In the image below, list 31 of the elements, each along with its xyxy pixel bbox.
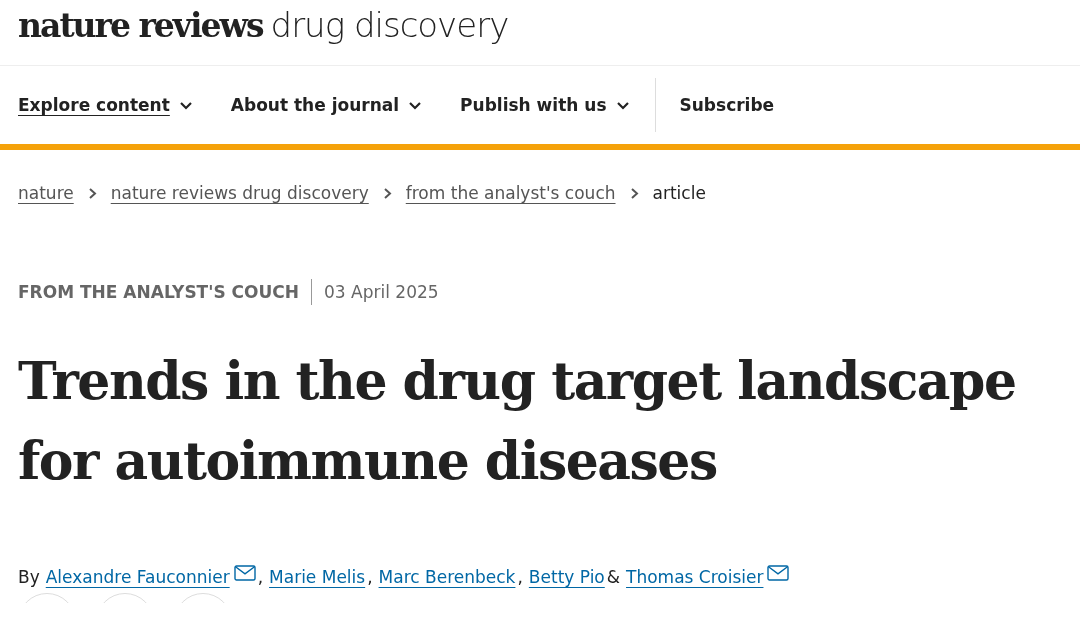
breadcrumb-link[interactable]: from the analyst's couch [405,183,616,203]
article-type[interactable]: FROM THE ANALYST'S COUCH [18,279,313,305]
breadcrumb-link[interactable]: nature [18,183,74,203]
nav-menu-item[interactable]: Subscribe [679,95,775,115]
author-link[interactable]: Thomas Croisier [626,567,764,587]
chevron-right-icon [382,186,392,200]
breadcrumb-link[interactable]: nature reviews drug discovery [110,183,369,203]
author-separator: & [606,567,621,587]
author-link[interactable]: Marie Melis [269,567,366,587]
publish-date: 03 April 2025 [323,282,439,302]
nav-menu-item[interactable]: About the journal [230,95,423,115]
chevron-right-icon [629,186,639,200]
author-link[interactable]: Betty Pio [528,567,605,587]
envelope-icon[interactable] [767,565,790,581]
chevron-down-icon [178,100,193,110]
byline-label: By [18,567,40,587]
chevron-down-icon [408,100,423,110]
author-link[interactable]: Alexandre Fauconnier [45,567,230,587]
author-separator: , [257,567,264,587]
chevron-down-icon [615,100,630,110]
logo-journal[interactable]: drug discovery [270,0,509,50]
author-separator: , [517,567,523,587]
article-title: Trends in the drug target landscape for autoimmune diseases [18,349,1017,493]
chevron-right-icon [87,186,97,200]
envelope-icon[interactable] [233,565,256,581]
breadcrumb-current: article [652,183,706,203]
logo-brand[interactable]: nature reviews [18,1,263,51]
nav-menu-item[interactable]: Publish with us [460,95,630,115]
author-link[interactable]: Marc Berenbeck [378,567,516,587]
author-separator: , [367,567,373,587]
nav-menu-item[interactable]: Explore content [18,95,193,115]
